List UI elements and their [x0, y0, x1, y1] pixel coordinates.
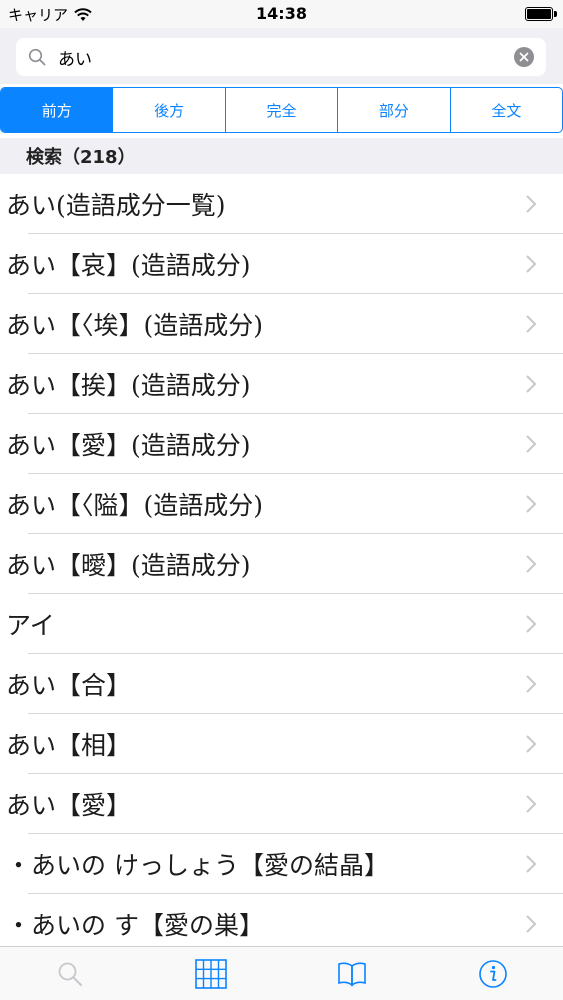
list-item-label: ・あいの けっしょう【愛の結晶】 [6, 851, 389, 880]
battery-tip [554, 11, 557, 17]
list-item-label: あい【曖】(造語成分) [6, 551, 251, 580]
list-item[interactable]: ・あいの す【愛の巣】 [0, 894, 563, 954]
chevron-right-icon [526, 675, 537, 693]
list-item[interactable]: あい【挨】(造語成分) [0, 354, 563, 414]
chevron-right-icon [526, 855, 537, 873]
segment-partial[interactable]: 部分 [338, 88, 451, 132]
chevron-right-icon [526, 375, 537, 393]
tab-index[interactable] [141, 947, 282, 1000]
search-icon [26, 46, 48, 68]
result-list: あい(造語成分一覧) あい【哀】(造語成分) あい【〈埃】(造語成分) あい【挨… [0, 174, 563, 954]
results-section-header: 検索（218） [0, 138, 563, 174]
list-item[interactable]: アイ [0, 594, 563, 654]
list-item[interactable]: あい【愛】 [0, 774, 563, 834]
list-item-label: あい(造語成分一覧) [6, 191, 226, 220]
chevron-right-icon [526, 195, 537, 213]
list-item-label: あい【挨】(造語成分) [6, 371, 251, 400]
list-item-label: あい【〈隘】(造語成分) [6, 491, 264, 520]
list-item[interactable]: あい【曖】(造語成分) [0, 534, 563, 594]
list-item[interactable]: あい【愛】(造語成分) [0, 414, 563, 474]
clear-search-icon[interactable] [514, 47, 534, 67]
chevron-right-icon [526, 915, 537, 933]
search-mode-segmented-control: 前方 後方 完全 部分 全文 [0, 87, 563, 133]
list-item-label: あい【愛】(造語成分) [6, 431, 251, 460]
list-item-label: あい【〈埃】(造語成分) [6, 311, 264, 340]
status-time: 14:38 [256, 4, 307, 23]
tab-book[interactable] [282, 947, 423, 1000]
app-screen: キャリア 14:38 あい 前方 後方 完全 部分 全文 検索（218） あい(… [0, 0, 563, 1000]
list-item[interactable]: あい【哀】(造語成分) [0, 234, 563, 294]
tab-info[interactable] [422, 947, 563, 1000]
search-icon [58, 962, 83, 986]
chevron-right-icon [526, 495, 537, 513]
status-bar: キャリア 14:38 [0, 0, 563, 28]
chevron-right-icon [526, 255, 537, 273]
list-item[interactable]: あい【〈埃】(造語成分) [0, 294, 563, 354]
list-item-label: あい【相】 [6, 731, 132, 760]
list-item[interactable]: あい【合】 [0, 654, 563, 714]
chevron-right-icon [526, 555, 537, 573]
battery-icon [525, 7, 553, 21]
list-item[interactable]: あい【相】 [0, 714, 563, 774]
info-icon [478, 959, 507, 988]
chevron-right-icon [526, 735, 537, 753]
tab-bar [0, 946, 563, 1000]
tab-search[interactable] [0, 947, 141, 1000]
search-bar-area [0, 28, 563, 84]
list-item-label: あい【愛】 [6, 791, 132, 820]
list-item-label: あい【哀】(造語成分) [6, 251, 251, 280]
segment-forward[interactable]: 前方 [1, 88, 114, 132]
chevron-right-icon [526, 315, 537, 333]
segment-exact[interactable]: 完全 [226, 88, 339, 132]
list-item[interactable]: あい【〈隘】(造語成分) [0, 474, 563, 534]
chevron-right-icon [526, 615, 537, 633]
open-book-icon [338, 962, 366, 987]
chevron-right-icon [526, 795, 537, 813]
segment-fulltext[interactable]: 全文 [451, 88, 562, 132]
list-item-label: ・あいの す【愛の巣】 [6, 911, 264, 940]
search-input[interactable] [56, 46, 500, 68]
list-item-label: あい【合】 [6, 671, 132, 700]
list-item[interactable]: あい(造語成分一覧) [0, 174, 563, 234]
grid-icon [195, 958, 227, 989]
list-item-label: アイ [6, 611, 55, 640]
search-box[interactable] [16, 38, 546, 76]
segment-backward[interactable]: 後方 [113, 88, 226, 132]
list-item[interactable]: ・あいの けっしょう【愛の結晶】 [0, 834, 563, 894]
chevron-right-icon [526, 435, 537, 453]
